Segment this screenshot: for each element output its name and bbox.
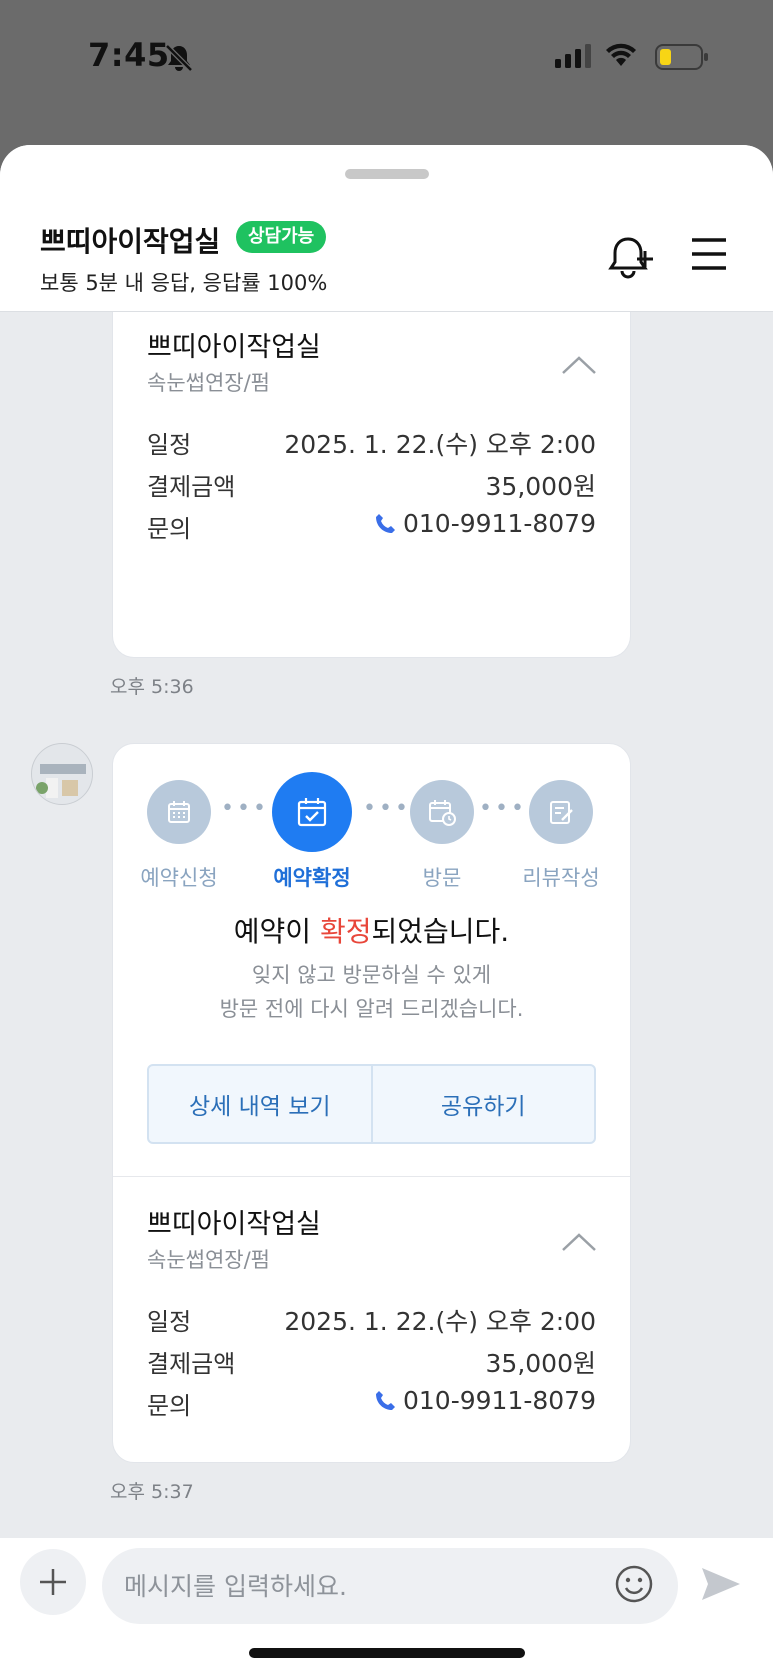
signal-icon: [555, 44, 591, 68]
confirmation-title: 예약이 확정되었습니다.: [233, 915, 510, 948]
contact-phone[interactable]: 010-9911-8079: [373, 1386, 596, 1419]
share-button[interactable]: 공유하기: [370, 1066, 595, 1142]
schedule-label: 일정: [147, 431, 192, 459]
step-review: [529, 780, 593, 844]
sheet-grabber[interactable]: [345, 169, 429, 179]
step-confirmed: [272, 772, 352, 852]
service-name: 속눈썹연장/펌: [147, 371, 270, 395]
home-indicator: [249, 1648, 525, 1658]
battery-icon: [655, 44, 708, 70]
confirmation-text-2: 방문 전에 다시 알려 드리겠습니다.: [219, 997, 524, 1021]
bell-add-icon[interactable]: [606, 233, 656, 281]
avatar[interactable]: [31, 743, 93, 805]
store-name: 쁘띠아이작업실: [147, 332, 321, 363]
schedule-value: 2025. 1. 22.(수) 오후 2:00: [284, 1307, 596, 1336]
response-info: 보통 5분 내 응답, 응답률 100%: [40, 271, 328, 295]
step-visit: [410, 780, 474, 844]
emoji-icon[interactable]: [614, 1564, 654, 1604]
send-icon[interactable]: [700, 1564, 742, 1604]
message-time: 오후 5:37: [110, 1481, 194, 1503]
contact-phone-number: 010-9911-8079: [402, 509, 596, 538]
avatar-image: [32, 744, 92, 804]
plus-icon: [40, 1569, 66, 1595]
message-input[interactable]: [102, 1548, 678, 1624]
status-badge: 상담가능: [236, 221, 327, 253]
step-request: [147, 780, 211, 844]
message-input-bar: [0, 1538, 773, 1676]
payment-value: 35,000원: [485, 1349, 596, 1378]
calendar-clock-icon: [429, 800, 456, 826]
payment-label: 결제금액: [147, 1350, 236, 1378]
highlight-text: 확정: [319, 915, 372, 948]
chevron-up-icon[interactable]: [561, 355, 597, 375]
step-label-visit: 방문: [422, 866, 462, 890]
service-name: 속눈썹연장/펌: [147, 1248, 270, 1272]
attach-button[interactable]: [20, 1549, 86, 1615]
schedule-label: 일정: [147, 1308, 192, 1336]
chevron-up-icon[interactable]: [561, 1232, 597, 1252]
contact-phone-number: 010-9911-8079: [402, 1386, 596, 1415]
action-buttons: 상세 내역 보기 공유하기: [147, 1064, 596, 1144]
message-time: 오후 5:36: [110, 676, 194, 698]
wifi-icon: [606, 43, 636, 66]
shop-title: 쁘띠아이작업실: [40, 225, 221, 258]
confirmation-card: ••• ••• ••• 예약신청 예약확정 방문 리뷰작성 예약이 확정되었습니…: [112, 743, 631, 1463]
calendar-check-icon: [297, 798, 327, 827]
view-details-button[interactable]: 상세 내역 보기: [149, 1066, 371, 1142]
step-label-request: 예약신청: [140, 866, 218, 890]
status-time: 7:45: [88, 36, 170, 74]
calendar-icon: [168, 801, 190, 823]
step-connector: •••: [363, 796, 411, 821]
contact-label: 문의: [147, 1392, 192, 1420]
step-label-review: 리뷰작성: [522, 866, 600, 890]
status-bar: 7:45: [0, 0, 773, 120]
step-connector: •••: [221, 796, 269, 821]
contact-label: 문의: [147, 515, 192, 543]
bell-off-icon: [165, 44, 193, 72]
schedule-value: 2025. 1. 22.(수) 오후 2:00: [284, 430, 596, 459]
contact-phone[interactable]: 010-9911-8079: [373, 509, 596, 542]
phone-icon: [375, 513, 395, 533]
review-edit-icon: [550, 801, 573, 824]
divider: [113, 1176, 630, 1177]
chat-sheet: 쁘띠아이작업실 속눈썹연장/펌 일정 2025. 1. 22.(수) 오후 2:…: [0, 145, 773, 1676]
chat-header: 쁘띠아이작업실 상담가능 보통 5분 내 응답, 응답률 100%: [0, 145, 773, 312]
payment-value: 35,000원: [485, 472, 596, 501]
menu-icon[interactable]: [690, 237, 728, 271]
step-label-confirmed: 예약확정: [273, 866, 351, 890]
confirmation-text-1: 잊지 않고 방문하실 수 있게: [251, 963, 492, 987]
step-connector: •••: [479, 796, 527, 821]
store-name: 쁘띠아이작업실: [147, 1209, 321, 1240]
payment-label: 결제금액: [147, 473, 236, 501]
phone-icon: [375, 1390, 395, 1410]
